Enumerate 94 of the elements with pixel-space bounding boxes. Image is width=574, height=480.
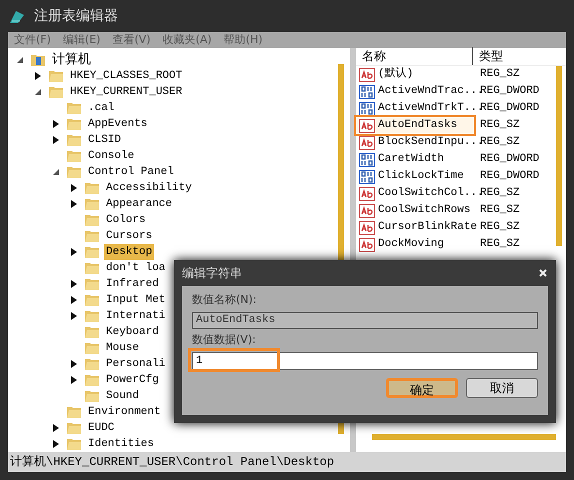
dialog-button[interactable]: 取消 [466,378,538,398]
horizontal-scrollbar[interactable] [372,434,556,440]
folder-icon [84,213,100,227]
string-value-icon [359,118,375,132]
tree-item[interactable]: HKEY_CLASSES_ROOT [68,68,184,84]
tree-item[interactable]: Sound [104,388,142,404]
string-value-icon [359,186,375,200]
folder-icon [84,277,100,291]
value-name: (默认) [378,66,414,82]
tree-item[interactable]: don't loa [104,260,168,276]
tree-item[interactable]: Mouse [104,340,142,356]
tree-item[interactable]: Cursors [104,228,154,244]
field-label: 数值名称(N): [192,292,258,308]
folder-icon [66,437,82,451]
tree-item[interactable]: Environment [86,404,163,420]
tree-item[interactable]: Internati [104,308,168,324]
folder-icon [66,165,82,179]
folder-icon [84,293,100,307]
string-value-icon [359,220,375,234]
folder-icon [84,197,100,211]
binary-value-icon [359,170,375,184]
folder-icon [84,357,100,371]
column-header[interactable]: 名称 [356,47,473,65]
tree-item[interactable]: .cal [86,100,116,116]
tree-item[interactable]: Accessibility [104,180,194,196]
value-row[interactable]: ClickLockTime [356,168,474,185]
folder-icon [84,181,100,195]
folder-icon [84,261,100,275]
value-type: REG_SZ [479,203,520,218]
value-row[interactable]: DockMoving [356,236,474,253]
folder-icon [66,421,82,435]
folder-icon [84,245,100,259]
value-name: AutoEndTasks [378,118,458,134]
status-path: 计算机\HKEY_CURRENT_USER\Control Panel\Desktop [10,454,334,471]
binary-value-icon [359,84,375,98]
binary-value-icon [359,102,375,116]
string-value-icon [359,238,375,252]
folder-icon [66,117,82,131]
value-type: REG_SZ [479,220,520,236]
value-row[interactable]: CoolSwitchRows [356,202,474,219]
string-value-icon [359,204,375,218]
value-type: REG_SZ [479,67,520,82]
tree-item[interactable]: CLSID [86,132,124,148]
binary-value-icon [359,152,375,166]
folder-icon [66,133,82,147]
close-icon[interactable] [538,268,548,278]
folder-icon [84,373,100,387]
field-label: 数值数据(V): [192,332,257,348]
tree-item[interactable]: Input Met [104,292,168,308]
value-type: REG_DWORD [479,152,540,168]
values-scrollbar[interactable] [556,66,562,246]
tree-item[interactable]: PowerCfg [104,372,161,388]
value-data-field[interactable]: 1 [192,352,538,370]
tree-item[interactable]: Desktop [104,244,154,260]
value-name-field[interactable]: AutoEndTasks [192,312,538,328]
tree-item[interactable]: Console [86,148,136,164]
folder-icon [48,69,64,83]
tree-item[interactable]: Colors [104,212,148,228]
tree-item[interactable]: Identities [86,436,156,452]
value-type: REG_SZ [479,237,520,252]
folder-icon [84,341,100,355]
folder-icon [66,101,82,115]
tree-item[interactable]: Appearance [104,196,174,212]
folder-icon [84,229,100,243]
tree-item[interactable]: EUDC [86,420,116,436]
folder-icon [66,405,82,419]
tree-item[interactable]: HKEY_CURRENT_USER [68,84,184,100]
tree-item[interactable]: Personali [104,356,168,372]
value-name: CaretWidth [378,152,444,168]
window-title: 注册表编辑器 [34,6,118,26]
dialog-title: 编辑字符串 [182,265,242,282]
tree-item[interactable]: Infrared [104,276,161,292]
value-row[interactable]: AutoEndTasks [356,117,474,134]
tree-item[interactable]: AppEvents [86,116,150,132]
folder-icon [84,309,100,323]
tree-item[interactable]: 计算机 [50,52,93,68]
tree-item[interactable]: Keyboard [104,324,161,340]
value-type: REG_SZ [479,118,520,134]
folder-icon [84,389,100,403]
string-value-icon [359,136,375,150]
tree-item[interactable]: Control Panel [86,164,176,180]
folder-icon [84,325,100,339]
value-name: ClickLockTime [378,169,464,184]
folder-icon [48,85,64,99]
column-header[interactable]: 类型 [473,47,503,65]
value-name: DockMoving [378,237,444,252]
value-row[interactable]: (默认) [356,66,474,83]
computer-folder-icon [30,53,46,67]
value-type: REG_DWORD [479,169,540,184]
string-value-icon [359,68,375,82]
value-name: CoolSwitchRows [378,203,470,218]
folder-icon [66,149,82,163]
dialog-button[interactable]: 确定 [386,378,458,398]
value-row[interactable]: CaretWidth [356,151,474,168]
